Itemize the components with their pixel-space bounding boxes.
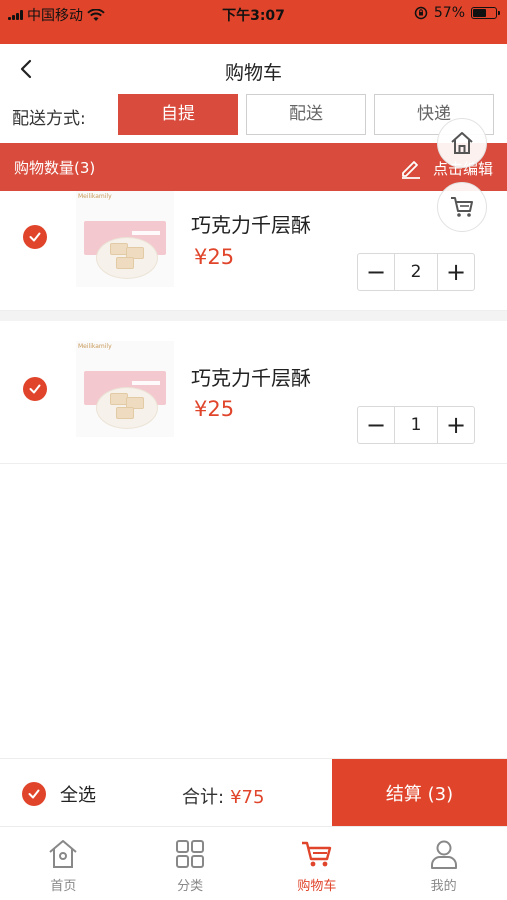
user-icon bbox=[430, 840, 457, 869]
delivery-method: 配送方式: 自提 配送 快递 bbox=[0, 94, 507, 138]
floating-home-button[interactable] bbox=[437, 118, 487, 168]
checkout-bar: 全选 合计: ¥75 结算 (3) bbox=[0, 758, 507, 827]
floating-cart-button[interactable] bbox=[437, 182, 487, 232]
check-icon bbox=[28, 789, 40, 799]
checkout-button[interactable]: 结算 (3) bbox=[332, 759, 507, 827]
home-icon bbox=[451, 132, 473, 154]
cart-icon bbox=[451, 197, 473, 217]
pencil-icon bbox=[401, 161, 420, 179]
rotation-lock-icon bbox=[414, 6, 428, 20]
item-divider bbox=[0, 311, 507, 321]
select-all[interactable]: 全选 bbox=[22, 781, 96, 807]
increase-button[interactable]: + bbox=[438, 254, 474, 290]
tab-label: 分类 bbox=[177, 879, 204, 894]
nav-bar: 购物车 bbox=[0, 44, 507, 94]
tab-bar: 首页 分类 购物车 我的 bbox=[0, 826, 507, 900]
cart-header: 购物数量(3) 点击编辑 bbox=[0, 143, 507, 191]
battery-percent: 57% bbox=[433, 5, 465, 21]
product-image[interactable]: Meilikamily bbox=[76, 191, 174, 287]
tab-home[interactable]: 首页 bbox=[0, 827, 127, 900]
cart-icon bbox=[301, 841, 332, 867]
product-name[interactable]: 巧克力千层酥 bbox=[191, 362, 311, 391]
quantity-stepper: − 2 + bbox=[357, 253, 475, 291]
tab-mine[interactable]: 我的 bbox=[380, 827, 507, 900]
page-title: 购物车 bbox=[224, 62, 282, 84]
status-right: 57% bbox=[414, 5, 500, 21]
increase-button[interactable]: + bbox=[438, 407, 474, 443]
delivery-label: 配送方式: bbox=[12, 109, 86, 129]
brand-logo: Meilikamily bbox=[78, 343, 112, 350]
category-grid-icon bbox=[176, 840, 205, 868]
delivery-option-delivery[interactable]: 配送 bbox=[246, 94, 366, 135]
total-amount: ¥75 bbox=[230, 787, 265, 808]
select-all-label: 全选 bbox=[60, 785, 96, 806]
select-all-checkbox[interactable] bbox=[22, 782, 46, 806]
quantity-value[interactable]: 2 bbox=[394, 254, 438, 290]
tab-category[interactable]: 分类 bbox=[127, 827, 254, 900]
cart-count: 购物数量(3) bbox=[14, 159, 96, 177]
tab-label: 购物车 bbox=[297, 879, 337, 894]
cart-item: Meilikamily 巧克力千层酥 ¥25 − 2 + bbox=[0, 191, 507, 311]
tab-label: 首页 bbox=[50, 879, 77, 894]
item-checkbox[interactable] bbox=[23, 377, 47, 401]
decrease-button[interactable]: − bbox=[358, 254, 394, 290]
decrease-button[interactable]: − bbox=[358, 407, 394, 443]
tab-label: 我的 bbox=[430, 879, 457, 894]
product-price: ¥25 bbox=[194, 245, 235, 269]
quantity-stepper: − 1 + bbox=[357, 406, 475, 444]
delivery-option-pickup[interactable]: 自提 bbox=[118, 94, 238, 135]
check-icon bbox=[29, 384, 41, 394]
home-icon bbox=[49, 840, 78, 868]
brand-logo: Meilikamily bbox=[78, 193, 112, 200]
total: 合计: ¥75 bbox=[182, 783, 264, 809]
product-price: ¥25 bbox=[194, 397, 235, 421]
product-image[interactable]: Meilikamily bbox=[76, 341, 174, 437]
check-icon bbox=[29, 232, 41, 242]
quantity-value[interactable]: 1 bbox=[394, 407, 438, 443]
cart-item: Meilikamily 巧克力千层酥 ¥25 − 1 + bbox=[0, 321, 507, 464]
total-label: 合计: bbox=[182, 787, 225, 808]
item-checkbox[interactable] bbox=[23, 225, 47, 249]
tab-cart[interactable]: 购物车 bbox=[254, 827, 381, 900]
battery-icon bbox=[471, 7, 500, 19]
product-name[interactable]: 巧克力千层酥 bbox=[191, 209, 311, 238]
status-bar: 中国移动 下午3:07 57% bbox=[0, 0, 507, 44]
